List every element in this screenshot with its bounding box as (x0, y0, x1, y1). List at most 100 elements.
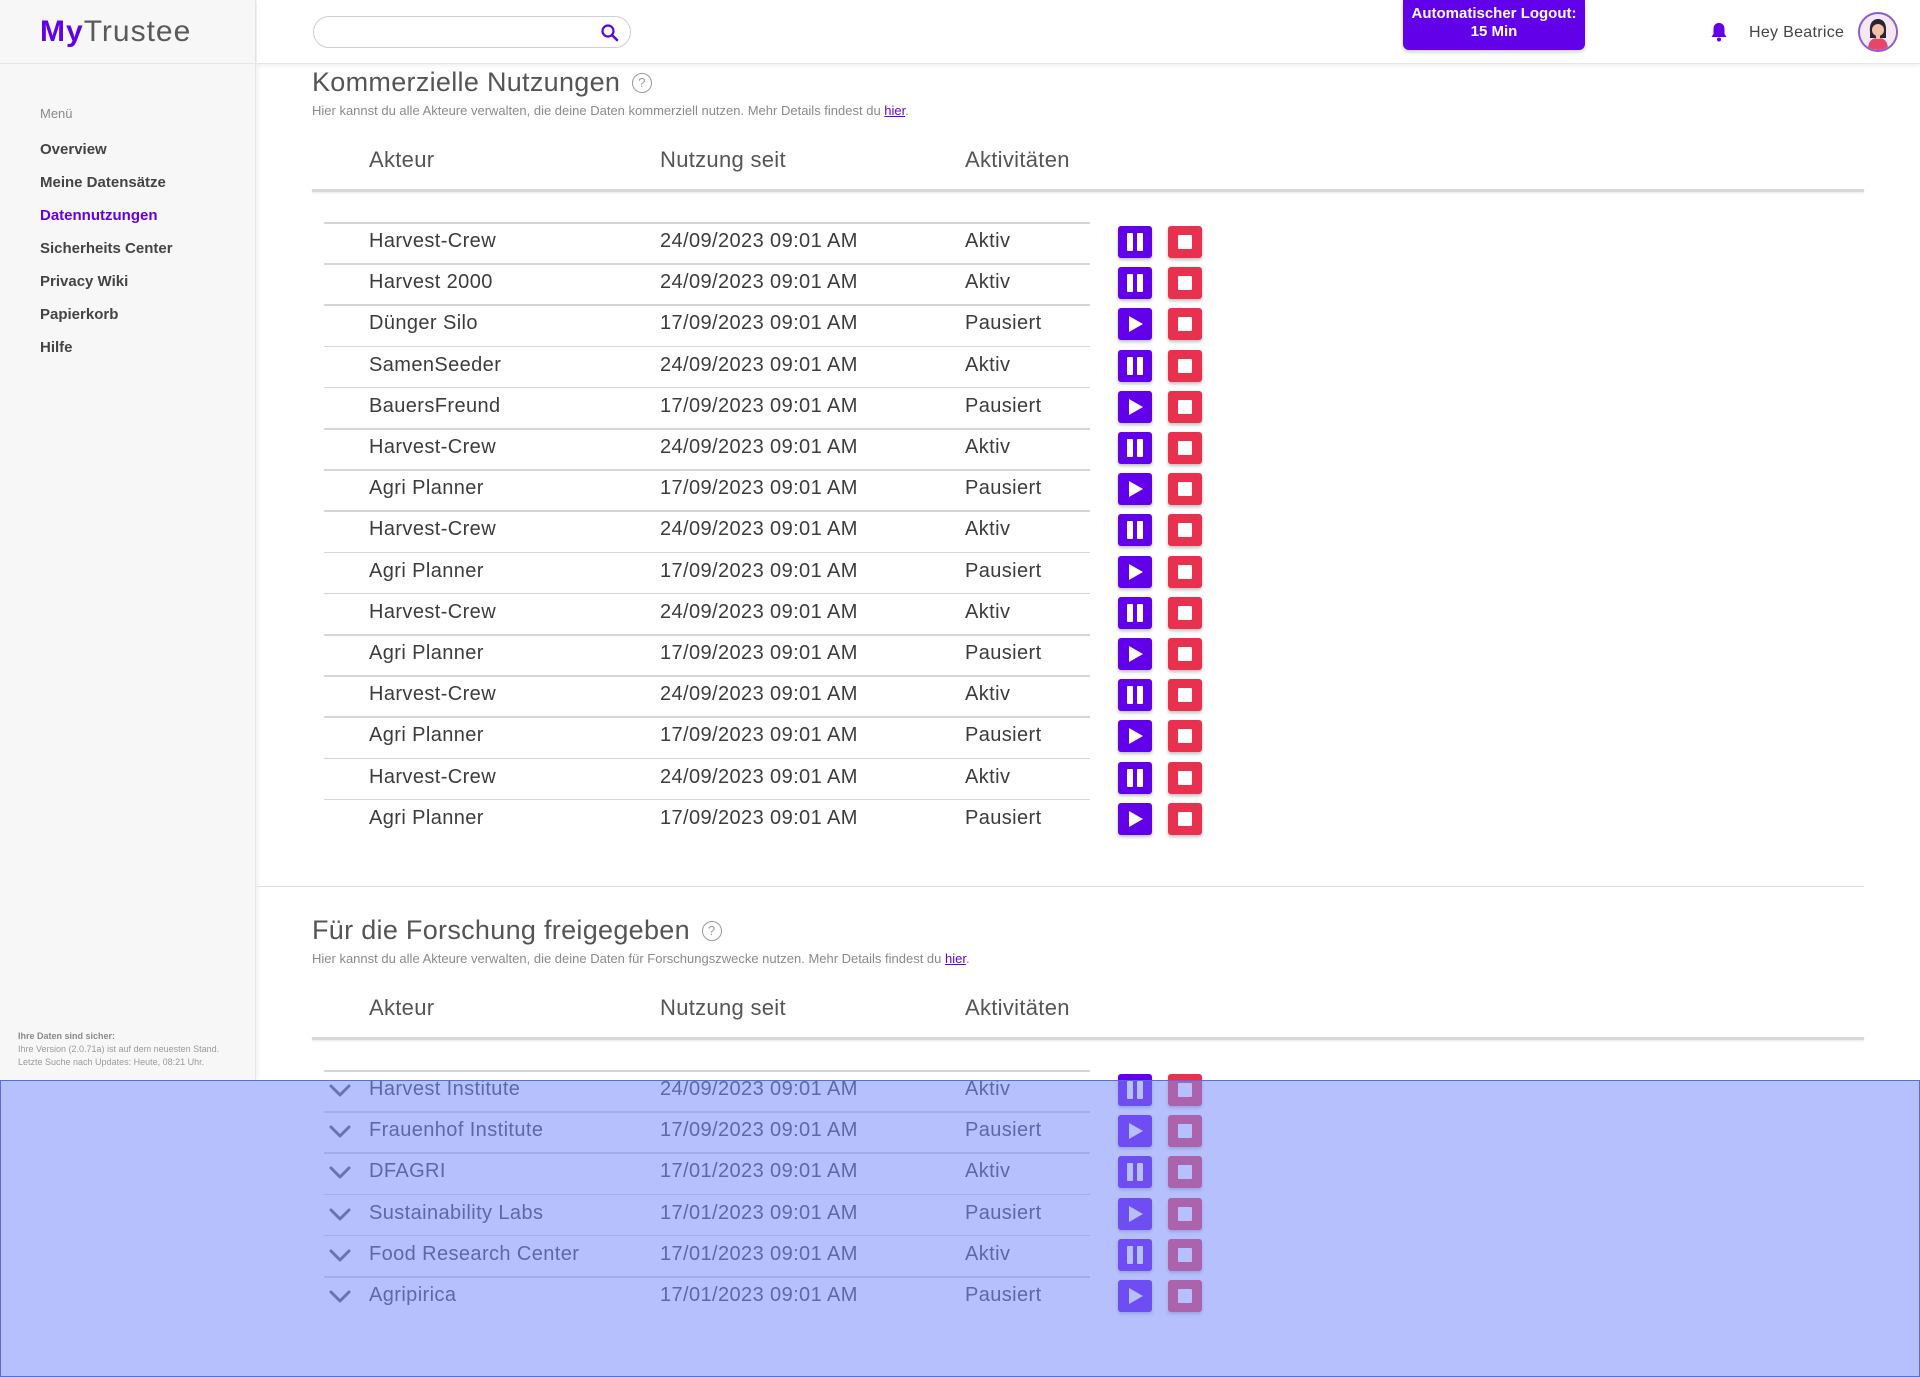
row-separator (324, 222, 1090, 224)
avatar-image (1860, 14, 1896, 50)
row-status: Pausiert (965, 724, 1042, 747)
stop-icon (1178, 358, 1192, 373)
row-status: Aktiv (965, 436, 1011, 458)
play-icon (1129, 563, 1143, 580)
row-actor: SamenSeeder (369, 353, 502, 376)
research-col-actor: Akteur (369, 995, 435, 1020)
row-status: Pausiert (965, 559, 1042, 582)
commercial-header-rule (312, 189, 1864, 192)
table-row: Harvest-Crew 24/09/2023 09:01 AM Aktiv (0, 428, 1920, 469)
row-actor: Harvest-Crew (369, 518, 497, 541)
row-since: 24/09/2023 09:01 AM (660, 271, 858, 294)
pause-button[interactable] (1118, 349, 1152, 382)
row-since: 24/09/2023 09:01 AM (660, 230, 858, 252)
pause-button[interactable] (1118, 761, 1152, 794)
sidebar-item-meine-datensaetze[interactable]: Meine Datensätze (40, 171, 173, 204)
pause-button[interactable] (1118, 226, 1152, 258)
research-col-activities: Aktivitäten (965, 995, 1070, 1020)
table-row: Harvest-Crew 24/09/2023 09:01 AM Aktiv (0, 757, 1920, 799)
stop-button[interactable] (1168, 555, 1202, 588)
pause-button[interactable] (1118, 432, 1152, 464)
play-icon (1129, 646, 1143, 662)
play-icon (1129, 398, 1143, 415)
play-button[interactable] (1118, 802, 1152, 835)
commercial-col-actor: Akteur (369, 147, 435, 172)
avatar[interactable] (1858, 12, 1898, 52)
pause-button[interactable] (1118, 596, 1152, 629)
row-status: Pausiert (965, 477, 1042, 500)
row-since: 24/09/2023 09:01 AM (660, 436, 858, 458)
research-subtitle-text: Hier kannst du alle Akteure verwalten, d… (312, 951, 946, 966)
commercial-subtitle-end: . (905, 103, 909, 118)
play-button[interactable] (1118, 390, 1152, 423)
table-row: Agri Planner 17/09/2023 09:01 AM Pausiert (0, 551, 1920, 593)
stop-button[interactable] (1168, 390, 1202, 423)
pause-button[interactable] (1118, 679, 1152, 712)
sidebar-item-overview[interactable]: Overview (40, 138, 173, 171)
commercial-col-activities: Aktivitäten (965, 147, 1070, 172)
commercial-details-link[interactable]: hier (884, 103, 905, 118)
stop-icon (1178, 605, 1192, 620)
play-button[interactable] (1118, 720, 1152, 753)
table-row: Agri Planner 17/09/2023 09:01 AM Pausiert (0, 469, 1920, 510)
logo-area: MyTrustee (0, 0, 255, 64)
row-status: Aktiv (965, 353, 1011, 376)
stop-button[interactable] (1168, 514, 1202, 547)
pause-button[interactable] (1118, 514, 1152, 547)
pause-button[interactable] (1118, 267, 1152, 300)
stop-button[interactable] (1168, 761, 1202, 794)
play-icon (1129, 728, 1143, 745)
logout-label: Automatischer Logout: (1411, 5, 1577, 22)
stop-icon (1178, 647, 1192, 661)
play-button[interactable] (1118, 473, 1152, 506)
row-separator (324, 1070, 1090, 1072)
row-separator (324, 304, 1090, 306)
pause-icon (1127, 603, 1143, 622)
play-button[interactable] (1118, 555, 1152, 588)
row-since: 17/09/2023 09:01 AM (660, 312, 858, 335)
stop-button[interactable] (1168, 679, 1202, 712)
row-since: 17/09/2023 09:01 AM (660, 559, 858, 582)
play-button[interactable] (1118, 638, 1152, 670)
stop-button[interactable] (1168, 720, 1202, 753)
table-row: Harvest-Crew 24/09/2023 09:01 AM Aktiv (0, 510, 1920, 551)
research-details-link[interactable]: hier (945, 951, 966, 966)
row-status: Pausiert (965, 642, 1042, 664)
row-separator (324, 716, 1090, 718)
help-icon[interactable]: ? (701, 921, 722, 941)
row-since: 24/09/2023 09:01 AM (660, 518, 858, 541)
section-divider (257, 886, 1864, 887)
logo-my: My (40, 14, 84, 48)
auto-logout-button[interactable]: Automatischer Logout: 15 Min (1403, 0, 1585, 50)
pause-icon (1127, 768, 1143, 787)
stop-icon (1178, 523, 1192, 538)
row-actor: Harvest-Crew (369, 600, 497, 623)
research-header-rule (312, 1037, 1864, 1040)
stop-button[interactable] (1168, 432, 1202, 464)
play-button[interactable] (1118, 308, 1152, 341)
commercial-subtitle-text: Hier kannst du alle Akteure verwalten, d… (312, 103, 885, 118)
search-icon[interactable] (600, 23, 620, 43)
stop-button[interactable] (1168, 308, 1202, 341)
stop-button[interactable] (1168, 596, 1202, 629)
selection-overlay (0, 1080, 1920, 1377)
commercial-col-since: Nutzung seit (660, 147, 786, 172)
row-actor: Agri Planner (369, 642, 484, 664)
user-greeting: Hey Beatrice (1749, 24, 1845, 41)
stop-button[interactable] (1168, 638, 1202, 670)
bell-icon[interactable] (1710, 22, 1728, 42)
stop-button[interactable] (1168, 802, 1202, 835)
stop-icon (1178, 688, 1192, 703)
stop-button[interactable] (1168, 473, 1202, 506)
stop-button[interactable] (1168, 349, 1202, 382)
logo[interactable]: MyTrustee (40, 14, 191, 48)
row-since: 17/09/2023 09:01 AM (660, 394, 858, 417)
row-since: 24/09/2023 09:01 AM (660, 353, 858, 376)
help-icon[interactable]: ? (632, 73, 653, 93)
stop-icon (1178, 564, 1192, 579)
row-separator (324, 798, 1090, 801)
stop-button[interactable] (1168, 267, 1202, 300)
footer-version: Ihre Version (2.0.71a) ist auf dem neues… (18, 1044, 220, 1054)
stop-button[interactable] (1168, 226, 1202, 258)
search-input[interactable] (328, 17, 598, 47)
